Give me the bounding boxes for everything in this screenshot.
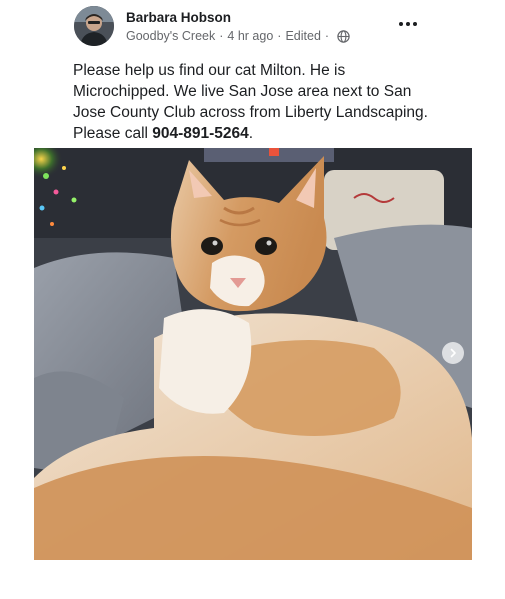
more-options-icon[interactable] <box>396 14 420 34</box>
post-card: Barbara Hobson Goodby's Creek · 4 hr ago… <box>0 0 505 599</box>
phone-number: 904-891-5264 <box>152 125 249 142</box>
post-time[interactable]: 4 hr ago <box>227 29 273 43</box>
post-text-end: . <box>248 125 254 142</box>
post-meta: Goodby's Creek · 4 hr ago · Edited · <box>126 29 350 43</box>
globe-icon <box>337 29 350 43</box>
chevron-right-icon[interactable] <box>442 342 464 364</box>
post-location[interactable]: Goodby's Creek <box>126 29 215 43</box>
cat-photo <box>34 148 472 560</box>
author-name[interactable]: Barbara Hobson <box>126 10 231 25</box>
meta-separator: · <box>219 29 224 43</box>
post-photo[interactable] <box>34 148 472 560</box>
edited-label[interactable]: Edited <box>285 29 320 43</box>
post-text: Please help us find our cat Milton. He i… <box>73 60 433 144</box>
author-avatar[interactable] <box>74 6 114 46</box>
avatar-image <box>74 6 114 46</box>
meta-separator: · <box>277 29 282 43</box>
meta-separator: · <box>324 29 330 43</box>
